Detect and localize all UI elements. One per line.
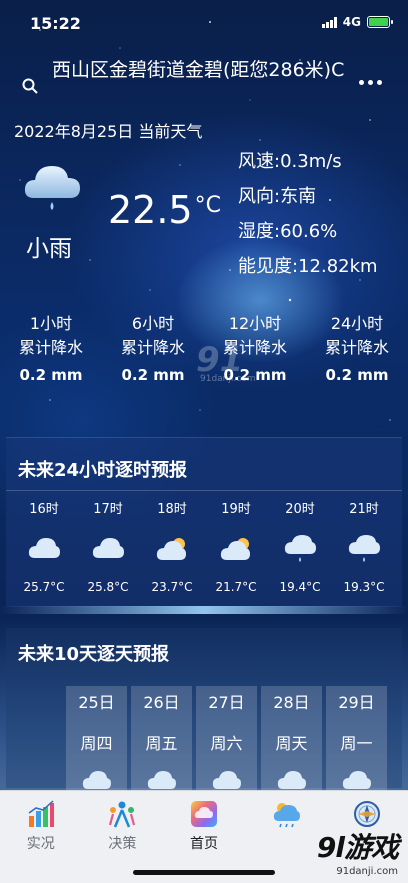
day-item: 26日 周五 — [131, 686, 192, 790]
hour-time: 17时 — [93, 502, 123, 517]
cloud-icon — [277, 771, 306, 789]
day-weekday: 周六 — [210, 734, 243, 753]
nav-label: 首页 — [189, 836, 218, 852]
nav-label: 实况 — [26, 836, 55, 852]
day-item: 29日 周一 — [326, 686, 387, 790]
precip-6h: 6小时 累计降水 0.2 mm — [102, 312, 204, 390]
hour-temp: 23.7°C — [151, 580, 193, 594]
precip-period: 6小时 — [131, 314, 175, 333]
hour-temp: 21.7°C — [215, 580, 257, 594]
cloud-icon — [92, 538, 124, 558]
hour-time: 16时 — [29, 502, 59, 517]
light-rain-icon — [284, 535, 316, 562]
people-icon — [109, 801, 136, 828]
day-weekday: 周一 — [340, 734, 373, 753]
day-weekday: 周五 — [145, 734, 178, 753]
wind-direction: 风向:东南 — [238, 186, 317, 207]
light-rain-icon — [24, 166, 80, 210]
day-date: 26日 — [143, 693, 180, 712]
cloud-icon — [147, 771, 176, 789]
compass-icon — [354, 801, 381, 827]
signal-icon — [321, 16, 337, 28]
day-weekday: 周四 — [80, 734, 113, 753]
precip-24h: 24小时 累计降水 0.2 mm — [306, 312, 408, 390]
watermark-brand: 9l游戏 — [316, 831, 399, 864]
watermark-logo: 9l游戏 91danji.com — [316, 826, 399, 877]
network-type: 4G — [342, 15, 361, 29]
hour-time: 19时 — [221, 502, 251, 517]
precip-value: 0.2 mm — [19, 366, 83, 384]
day-weekday: 周天 — [275, 734, 308, 753]
cloud-icon — [82, 771, 111, 789]
hour-item: 18时 23.7°C — [140, 500, 204, 596]
hour-time: 18时 — [157, 502, 187, 517]
hour-time: 21时 — [349, 502, 379, 517]
day-item: 27日 周六 — [196, 686, 257, 790]
hour-temp: 25.8°C — [87, 580, 129, 594]
light-rain-icon — [348, 535, 380, 562]
hour-temp: 19.3°C — [343, 580, 385, 594]
hourly-forecast-title: 未来24小时逐时预报 — [18, 460, 188, 481]
precip-label: 累计降水 — [324, 338, 389, 357]
divider — [6, 490, 402, 491]
precip-1h: 1小时 累计降水 0.2 mm — [0, 312, 102, 390]
hourly-list[interactable]: 16时 25.7°C 17时 25.8°C 18时 23.7°C 19时 21.… — [12, 500, 396, 596]
status-indicators: 4G — [321, 15, 393, 29]
home-icon — [190, 801, 217, 827]
visibility: 能见度:12.82km — [238, 256, 378, 277]
precip-period: 24小时 — [330, 314, 384, 333]
weather-details: 风速:0.3m/s 风向:东南 湿度:60.6% 能见度:12.82km — [238, 144, 378, 284]
precip-label: 累计降水 — [18, 338, 83, 357]
day-item: 25日 周四 — [66, 686, 127, 790]
precip-value: 0.2 mm — [325, 366, 389, 384]
temperature-value: 22.5 — [108, 188, 193, 232]
weather-radar-icon — [273, 803, 300, 828]
watermark-center-site: 91danji.com — [200, 374, 256, 384]
hour-item: 17时 25.8°C — [76, 500, 140, 596]
precip-value: 0.2 mm — [121, 366, 185, 384]
hour-item: 19时 21.7°C — [204, 500, 268, 596]
search-icon[interactable] — [22, 78, 38, 94]
hour-item: 20时 19.4°C — [268, 500, 332, 596]
current-temperature: 22.5 °C — [108, 188, 221, 232]
location-label[interactable]: 西山区金碧街道金碧(距您286米)C — [52, 56, 352, 85]
daily-list[interactable]: 25日 周四 26日 周五 27日 周六 28日 周天 29日 周一 — [66, 686, 387, 790]
day-date: 29日 — [338, 693, 375, 712]
cloud-icon — [342, 771, 371, 789]
hour-item: 21时 19.3°C — [332, 500, 396, 596]
nav-label: 决策 — [108, 836, 137, 852]
nav-item-live[interactable]: 实况 — [0, 791, 82, 883]
day-date: 25日 — [78, 693, 115, 712]
cloud-icon — [28, 538, 60, 558]
partly-cloudy-icon — [220, 538, 250, 560]
more-icon[interactable] — [359, 80, 382, 85]
daily-forecast-title: 未来10天逐天预报 — [18, 644, 170, 665]
cloud-icon — [212, 771, 241, 789]
status-time: 15:22 — [30, 14, 81, 33]
hour-temp: 19.4°C — [279, 580, 321, 594]
day-item: 28日 周天 — [261, 686, 322, 790]
partly-cloudy-icon — [156, 538, 186, 560]
temperature-unit: °C — [194, 193, 221, 218]
date-line: 2022年8月25日 当前天气 — [14, 122, 203, 141]
precip-period: 1小时 — [29, 314, 73, 333]
precip-period: 12小时 — [228, 314, 282, 333]
battery-icon — [367, 16, 393, 28]
home-indicator[interactable] — [133, 870, 275, 875]
wind-speed: 风速:0.3m/s — [238, 151, 342, 172]
day-date: 27日 — [208, 693, 245, 712]
current-condition: 小雨 — [26, 236, 72, 262]
humidity: 湿度:60.6% — [238, 221, 338, 242]
watermark-site: 91danji.com — [336, 866, 398, 877]
hour-temp: 25.7°C — [23, 580, 65, 594]
hour-time: 20时 — [285, 502, 315, 517]
bar-chart-icon — [28, 800, 54, 827]
glow-divider — [0, 606, 408, 614]
precip-label: 累计降水 — [120, 338, 185, 357]
hour-item: 16时 25.7°C — [12, 500, 76, 596]
day-date: 28日 — [273, 693, 310, 712]
